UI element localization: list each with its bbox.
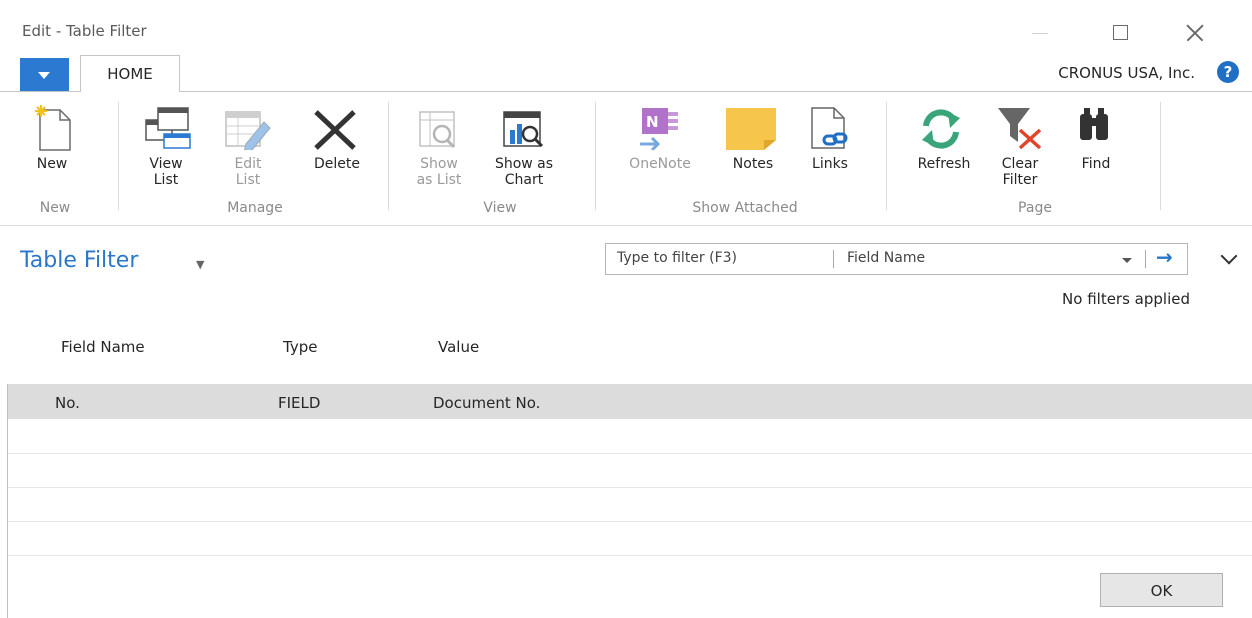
refresh-button[interactable]: Refresh <box>904 104 984 204</box>
ribbon-divider <box>180 91 1252 92</box>
onenote-button[interactable]: N OneNote <box>612 104 708 204</box>
table-row[interactable] <box>8 384 1252 419</box>
group-separator <box>388 102 389 210</box>
filter-divider <box>1145 250 1146 268</box>
maximize-button[interactable] <box>1095 10 1145 52</box>
new-button[interactable]: New <box>30 104 80 204</box>
cell-value[interactable]: Document No. <box>433 394 540 412</box>
show-as-list-icon <box>419 111 456 149</box>
group-separator <box>595 102 596 210</box>
view-list-icon <box>145 107 191 149</box>
refresh-icon <box>922 109 960 149</box>
notes-label: Notes <box>732 156 774 172</box>
links-label: Links <box>812 156 848 172</box>
column-header-type[interactable]: Type <box>283 338 317 356</box>
close-button[interactable] <box>1170 10 1220 52</box>
filter-status: No filters applied <box>1062 290 1190 308</box>
row-divider <box>8 521 1252 522</box>
arrow-right-icon[interactable]: → <box>1156 245 1173 269</box>
app-menu-button[interactable] <box>20 58 69 92</box>
links-icon <box>811 107 848 149</box>
row-divider <box>8 487 1252 488</box>
svg-text:N: N <box>646 113 659 131</box>
show-as-list-button[interactable]: Show as List <box>412 104 466 204</box>
new-icon <box>35 105 71 151</box>
help-icon[interactable]: ? <box>1217 61 1239 83</box>
ribbon-bottom-border <box>0 225 1252 226</box>
refresh-label: Refresh <box>917 156 971 172</box>
show-as-chart-icon <box>503 111 544 148</box>
group-page-label: Page <box>1018 200 1052 216</box>
clear-filter-label: Clear Filter <box>1001 156 1039 188</box>
page-title[interactable]: Table Filter <box>20 248 138 273</box>
dropdown-arrow-icon[interactable] <box>1122 258 1132 263</box>
group-separator <box>118 102 119 210</box>
find-icon <box>1080 108 1108 140</box>
window-title: Edit - Table Filter <box>22 22 147 40</box>
row-divider <box>8 453 1252 454</box>
column-header-value[interactable]: Value <box>438 338 479 356</box>
links-button[interactable]: Links <box>800 104 860 204</box>
filter-input[interactable]: Type to filter (F3) <box>617 250 737 266</box>
find-button[interactable]: Find <box>1066 104 1126 204</box>
find-label: Find <box>1081 156 1111 172</box>
minimize-button[interactable] <box>1015 10 1065 52</box>
show-as-chart-button[interactable]: Show as Chart <box>488 104 560 204</box>
chevron-down-icon[interactable]: ▼ <box>196 258 204 271</box>
view-list-label: View List <box>149 156 183 188</box>
filter-field-select[interactable]: Field Name <box>847 250 925 266</box>
table-left-border <box>7 384 8 618</box>
delete-button[interactable]: Delete <box>304 104 370 204</box>
show-as-chart-label: Show as Chart <box>494 156 554 188</box>
edit-list-label: Edit List <box>234 156 262 188</box>
show-as-list-label: Show as List <box>416 156 462 188</box>
onenote-icon: N <box>640 108 678 150</box>
view-list-button[interactable]: View List <box>140 104 192 204</box>
ok-button[interactable]: OK <box>1100 573 1223 607</box>
delete-icon <box>314 110 356 150</box>
group-show-attached-label: Show Attached <box>692 200 798 216</box>
new-label: New <box>36 156 68 172</box>
company-name[interactable]: CRONUS USA, Inc. <box>1058 64 1195 82</box>
tab-home[interactable]: HOME <box>80 55 180 92</box>
notes-icon <box>726 108 776 150</box>
clear-filter-button[interactable]: Clear Filter <box>990 104 1050 204</box>
cell-type[interactable]: FIELD <box>278 394 320 412</box>
group-separator <box>1160 102 1161 210</box>
row-divider <box>8 555 1252 556</box>
group-manage-label: Manage <box>227 200 283 216</box>
column-header-field-name[interactable]: Field Name <box>61 338 145 356</box>
delete-label: Delete <box>314 156 360 172</box>
expand-chevron-icon[interactable] <box>1220 247 1238 265</box>
notes-button[interactable]: Notes <box>718 104 788 204</box>
edit-list-button[interactable]: Edit List <box>222 104 274 204</box>
group-new-label: New <box>39 200 71 216</box>
filter-divider <box>833 250 834 268</box>
group-view-label: View <box>483 200 517 216</box>
group-separator <box>886 102 887 210</box>
clear-filter-icon <box>998 108 1042 150</box>
onenote-label: OneNote <box>629 156 691 172</box>
cell-field-name[interactable]: No. <box>55 394 80 412</box>
ribbon-divider <box>0 91 80 92</box>
edit-list-icon <box>225 111 271 150</box>
